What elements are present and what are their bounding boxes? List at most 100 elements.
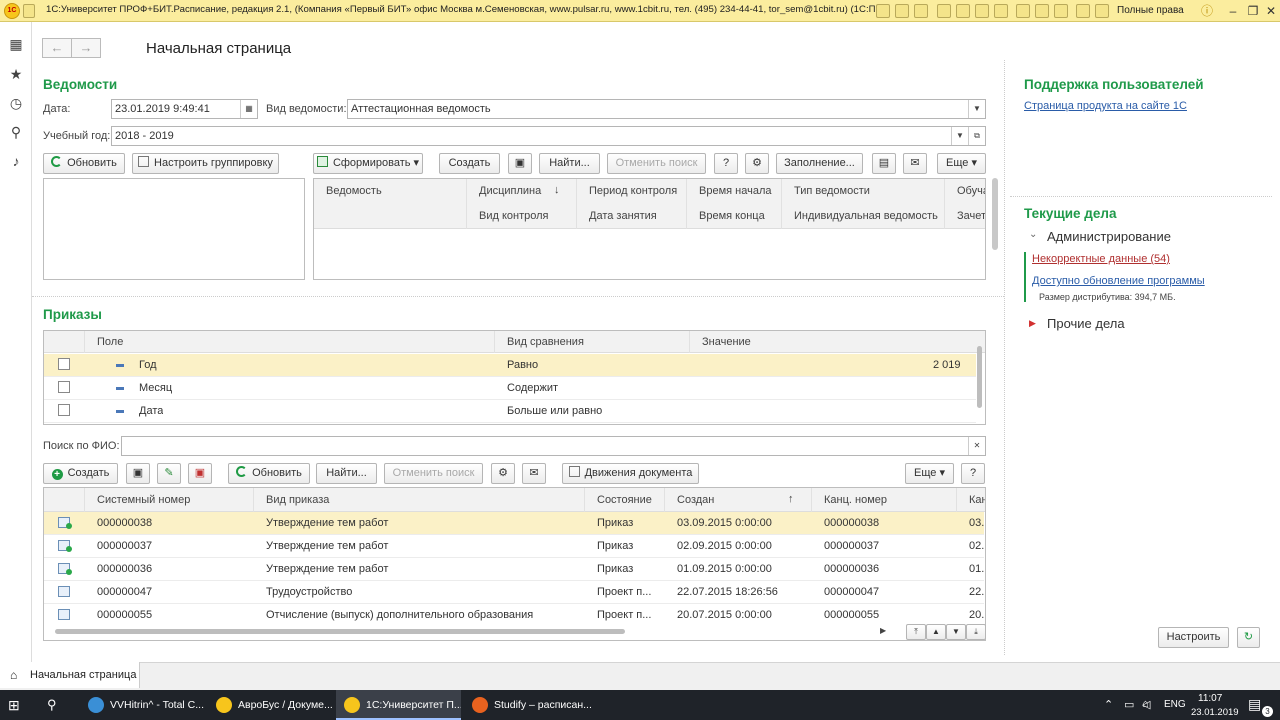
col-canc-date[interactable]: Кан	[969, 494, 985, 506]
language-indicator[interactable]: ENG	[1164, 699, 1186, 710]
col-order-kind[interactable]: Вид приказа	[266, 494, 329, 506]
vedomosti-refresh-button[interactable]: Обновить	[43, 153, 125, 174]
prikazy-find-button[interactable]: Найти...	[316, 463, 377, 484]
memory-m-icon[interactable]	[1016, 4, 1030, 18]
notifications-icon[interactable]: ▤	[1248, 696, 1261, 713]
table-icon[interactable]	[994, 4, 1008, 18]
scroll-last-icon[interactable]: ⤓	[966, 624, 986, 640]
windows-start-icon[interactable]: ⊞	[8, 697, 24, 713]
clock-date[interactable]: 23.01.2019	[1191, 707, 1239, 718]
taskbar-item-1c[interactable]: 1С:Университет П...	[336, 690, 461, 720]
calendar-icon[interactable]	[975, 4, 989, 18]
chevron-down-icon[interactable]: ▼	[968, 100, 985, 118]
col-state[interactable]: Состояние	[597, 494, 652, 506]
close-icon[interactable]: ✕	[1260, 2, 1280, 20]
table-row[interactable]: 000000038 Утверждение тем работ Приказ 0…	[44, 512, 984, 535]
expand-chevron-icon[interactable]: ⌄	[1029, 229, 1037, 240]
chevron-down-icon[interactable]: ▼	[951, 127, 968, 145]
col-credit[interactable]: Зачет	[957, 210, 985, 222]
col-system-number[interactable]: Системный номер	[97, 494, 190, 506]
col-students[interactable]: Обуча	[957, 185, 985, 197]
collapse-arrow-icon[interactable]: ▶	[1029, 318, 1036, 329]
tasks-group-other[interactable]: Прочие дела	[1047, 316, 1125, 331]
prikazy-help-button[interactable]: ?	[961, 463, 985, 484]
filter-col-field[interactable]: Поле	[97, 336, 123, 348]
filter-checkbox[interactable]	[58, 404, 70, 416]
table-row[interactable]: 000000037 Утверждение тем работ Приказ 0…	[44, 535, 984, 558]
col-start-time[interactable]: Время начала	[699, 185, 771, 197]
vedomosti-help-button[interactable]: ?	[714, 153, 738, 174]
filter-checkbox[interactable]	[58, 381, 70, 393]
table-row[interactable]: 000000036 Утверждение тем работ Приказ 0…	[44, 558, 984, 581]
taskbar-item-studify[interactable]: Studify – расписан...	[464, 690, 594, 720]
history-icon[interactable]: ◷	[8, 95, 24, 111]
vedomosti-find-button[interactable]: Найти...	[539, 153, 600, 174]
filter-row[interactable]: Год Равно 2 019	[44, 354, 976, 377]
report-icon[interactable]: ▤	[872, 153, 896, 174]
tasks-group-admin[interactable]: Администрирование	[1047, 229, 1171, 244]
settings-icon[interactable]: ⚙	[745, 153, 769, 174]
open-icon[interactable]: ⧉	[968, 127, 985, 145]
year-select[interactable]: 2018 - 2019 ▼ ⧉	[111, 126, 986, 146]
volume-icon[interactable]: ◁	[1142, 698, 1150, 711]
vedomosti-scrollbar[interactable]	[992, 178, 998, 250]
col-discipline[interactable]: Дисциплина	[479, 185, 541, 197]
col-individual[interactable]: Индивидуальная ведомость	[794, 210, 938, 222]
prikazy-cancel-search-button[interactable]: Отменить поиск	[384, 463, 483, 484]
search-icon[interactable]: ⚲	[47, 697, 63, 713]
settings-icon[interactable]: ⚙	[491, 463, 515, 484]
col-control-kind[interactable]: Вид контроля	[479, 210, 549, 222]
forward-button[interactable]: →	[71, 38, 101, 58]
col-canc-number[interactable]: Канц. номер	[824, 494, 887, 506]
incorrect-data-link[interactable]: Некорректные данные (54)	[1032, 253, 1170, 265]
tasks-refresh-icon[interactable]: ↻	[1237, 627, 1260, 648]
add-copy-icon[interactable]: ▣	[126, 463, 150, 484]
search-icon[interactable]: ⚲	[8, 124, 24, 140]
clock-time[interactable]: 11:07	[1198, 693, 1222, 704]
scroll-down-icon[interactable]: ▼	[946, 624, 966, 640]
col-lesson-date[interactable]: Дата занятия	[589, 210, 657, 222]
table-row[interactable]: 000000047 Трудоустройство Проект п... 22…	[44, 581, 984, 604]
memory-minus-icon[interactable]	[1054, 4, 1068, 18]
panel-icon[interactable]	[1095, 4, 1109, 18]
filter-scrollbar[interactable]	[977, 346, 982, 408]
toolbar-icon-5[interactable]	[956, 4, 970, 18]
link-icon[interactable]	[1076, 4, 1090, 18]
form-button[interactable]: Сформировать ▾	[313, 153, 423, 174]
copy-icon[interactable]: ▣	[508, 153, 532, 174]
product-page-link[interactable]: Страница продукта на сайте 1С	[1024, 100, 1187, 112]
search-fio-input[interactable]: ✕	[121, 436, 986, 456]
date-field[interactable]: 23.01.2019 9:49:41 ▦	[111, 99, 258, 119]
taskbar-item-avrobus[interactable]: АвроБус / Докуме...	[208, 690, 333, 720]
taskbar-item-totalcmd[interactable]: VVHitrin^ - Total C...	[80, 690, 205, 720]
col-created[interactable]: Создан	[677, 494, 714, 506]
col-vedomost[interactable]: Ведомость	[326, 185, 382, 197]
user-name[interactable]: Полные права	[1117, 5, 1184, 16]
favorites-star-icon[interactable]: ★	[8, 66, 24, 82]
tab-home[interactable]: ⌂ Начальная страница	[0, 662, 140, 688]
tray-device-icon[interactable]: ▭	[1124, 698, 1134, 711]
mail-icon[interactable]: ✉	[903, 153, 927, 174]
toolbar-icon-1[interactable]	[876, 4, 890, 18]
configure-button[interactable]: Настроить	[1158, 627, 1229, 648]
prikazy-more-button[interactable]: Еще ▾	[905, 463, 954, 484]
print-icon[interactable]	[895, 4, 909, 18]
back-button[interactable]: ←	[42, 38, 72, 58]
col-period[interactable]: Период контроля	[589, 185, 677, 197]
vedomosti-tree[interactable]	[43, 178, 305, 280]
bell-icon[interactable]: ♪	[8, 153, 24, 169]
info-icon[interactable]: ⓘ	[1196, 2, 1218, 20]
filter-checkbox[interactable]	[58, 358, 70, 370]
col-end-time[interactable]: Время конца	[699, 210, 765, 222]
filter-col-value[interactable]: Значение	[702, 336, 751, 348]
clear-icon[interactable]: ✕	[968, 437, 985, 455]
mail-icon[interactable]: ✉	[522, 463, 546, 484]
filter-col-comparison[interactable]: Вид сравнения	[507, 336, 584, 348]
apps-grid-icon[interactable]: ▦	[8, 36, 24, 52]
col-type[interactable]: Тип ведомости	[794, 185, 870, 197]
vedomosti-more-button[interactable]: Еще ▾	[937, 153, 986, 174]
vedomosti-create-button[interactable]: Создать	[439, 153, 500, 174]
memory-plus-icon[interactable]	[1035, 4, 1049, 18]
vedomosti-cancel-search-button[interactable]: Отменить поиск	[607, 153, 706, 174]
toolbar-icon-3[interactable]	[914, 4, 928, 18]
